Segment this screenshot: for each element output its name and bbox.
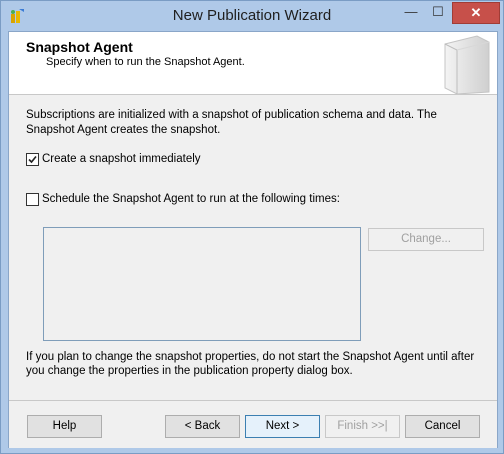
snapshot-note: If you plan to change the snapshot prope… [26,351,475,377]
schedule-agent-label[interactable]: Schedule the Snapshot Agent to run at th… [42,193,340,205]
cancel-button[interactable]: Cancel [405,415,480,438]
page-title: Snapshot Agent [26,39,133,55]
back-button[interactable]: < Back [165,415,240,438]
schedule-description-box [43,227,361,341]
change-schedule-button[interactable]: Change... [368,228,484,251]
wizard-book-icon [444,35,490,94]
schedule-agent-checkbox[interactable] [26,193,39,206]
help-button[interactable]: Help [27,415,102,438]
page-subtitle: Specify when to run the Snapshot Agent. [46,56,245,68]
next-button[interactable]: Next > [245,415,320,438]
minimize-button[interactable]: — [398,2,424,22]
create-snapshot-checkbox[interactable] [26,153,39,166]
wizard-header: Snapshot Agent Specify when to run the S… [9,32,497,95]
maximize-button[interactable]: ☐ [425,2,451,22]
create-snapshot-label[interactable]: Create a snapshot immediately [42,153,201,165]
checkmark-icon [28,155,37,164]
wizard-window: New Publication Wizard — ☐ ✕ Snapshot Ag… [0,0,504,454]
finish-button[interactable]: Finish >>| [325,415,400,438]
wizard-footer: Help < Back Next > Finish >>| Cancel [9,400,497,448]
close-button[interactable]: ✕ [452,2,500,24]
title-bar[interactable]: New Publication Wizard — ☐ ✕ [1,1,503,31]
intro-text: Subscriptions are initialized with a sna… [26,109,437,136]
wizard-client-area: Snapshot Agent Specify when to run the S… [8,31,498,448]
